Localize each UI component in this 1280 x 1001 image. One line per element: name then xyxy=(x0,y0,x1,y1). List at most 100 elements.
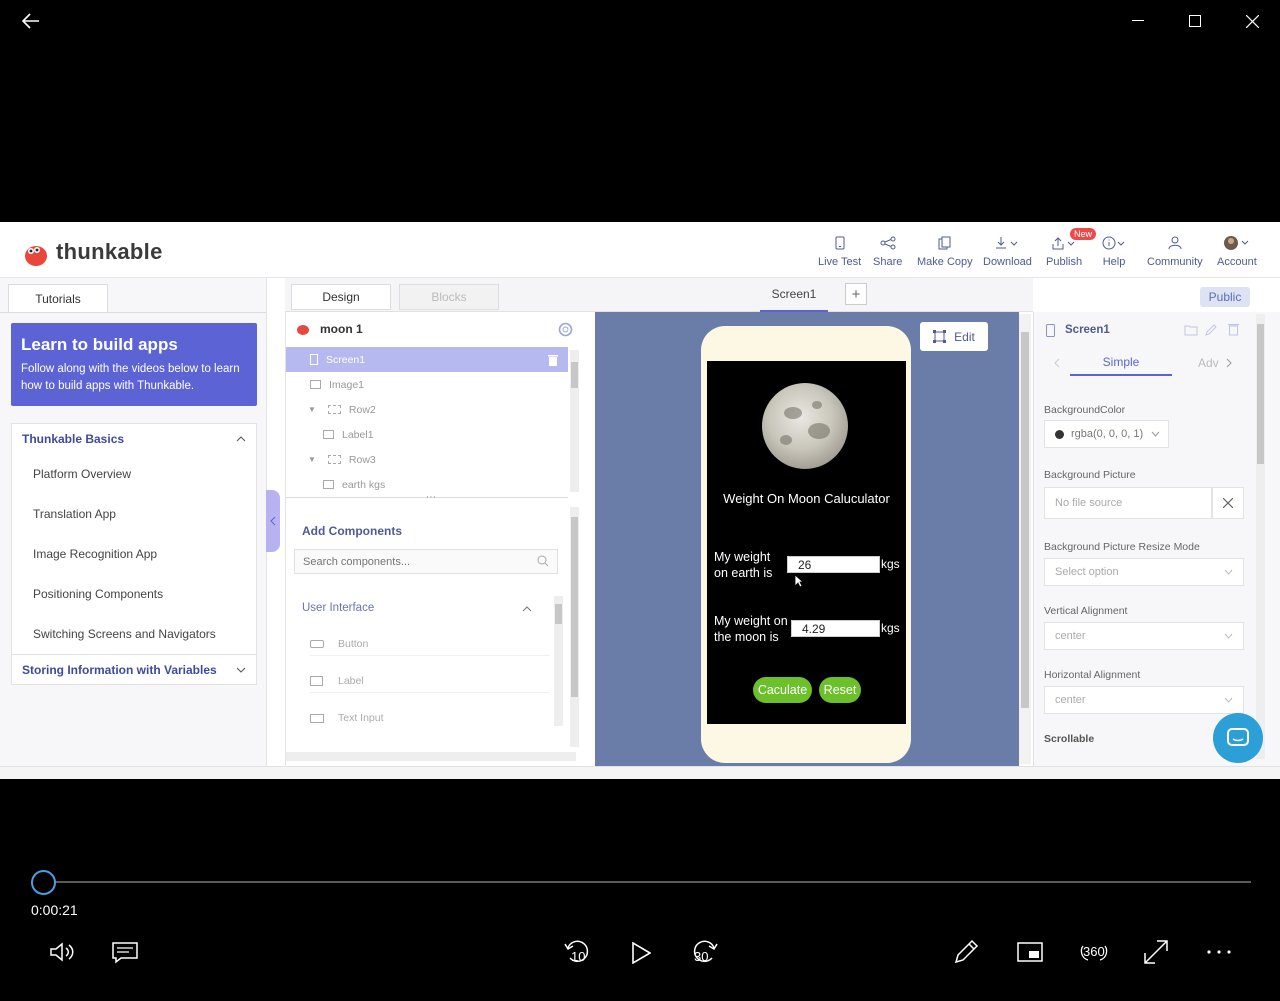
tab-blocks[interactable]: Blocks xyxy=(399,284,499,310)
pen-icon[interactable] xyxy=(952,938,980,966)
chat-support-button[interactable] xyxy=(1213,713,1263,763)
drag-handle-icon[interactable]: ⋯ xyxy=(426,492,436,503)
valign-select[interactable]: center xyxy=(1044,622,1244,650)
gear-icon[interactable] xyxy=(558,322,573,337)
help-icon xyxy=(1102,234,1126,252)
collapse-panel-button[interactable] xyxy=(266,490,280,552)
tutorial-item[interactable]: Positioning Components xyxy=(12,574,256,614)
halign-select[interactable]: center xyxy=(1044,686,1244,714)
components-scrollbar[interactable] xyxy=(554,596,563,726)
properties-scrollbar[interactable] xyxy=(1256,314,1265,759)
nav-publish[interactable]: New Publish xyxy=(1046,228,1097,268)
moon-unit-label: kgs xyxy=(881,621,900,635)
tab-screen1[interactable]: Screen1 xyxy=(760,278,828,312)
component-text-input[interactable]: Text Input xyxy=(310,706,550,730)
community-icon xyxy=(1167,234,1183,252)
folder-add-icon[interactable] xyxy=(1184,324,1198,336)
accordion-header-basics[interactable]: Thunkable Basics xyxy=(12,424,256,454)
nav-live-test[interactable]: Live Test xyxy=(818,234,861,268)
tree-scrollbar[interactable] xyxy=(570,350,579,492)
skip-back-label: 10 xyxy=(571,949,586,964)
tutorial-item[interactable]: Platform Overview xyxy=(12,454,256,494)
tree-item-screen1[interactable]: Screen1 xyxy=(286,347,568,372)
bg-color-picker[interactable]: rgba(0, 0, 0, 1) xyxy=(1044,420,1169,448)
copy-icon xyxy=(938,234,952,252)
nav-community[interactable]: Community xyxy=(1147,234,1203,268)
nav-share[interactable]: Share xyxy=(873,234,902,268)
screen-icon xyxy=(1046,324,1055,337)
video-frame: thunkable Live Test Share Make Copy Down… xyxy=(0,222,1280,779)
pencil-icon[interactable] xyxy=(1204,323,1218,337)
minimize-icon[interactable] xyxy=(1125,8,1151,34)
seek-bar[interactable] xyxy=(43,881,1251,883)
volume-icon[interactable] xyxy=(48,938,76,966)
tree-item-row2[interactable]: ▼ Row2 xyxy=(286,397,568,422)
subtitles-icon[interactable] xyxy=(110,938,140,966)
skip-forward-button[interactable]: 30 xyxy=(690,936,720,970)
back-arrow-icon[interactable] xyxy=(18,8,44,34)
tutorial-item[interactable]: Image Recognition App xyxy=(12,534,256,574)
moon-image[interactable] xyxy=(762,383,848,469)
chevron-right-icon[interactable] xyxy=(1226,358,1232,368)
page-horizontal-scrollbar[interactable] xyxy=(0,766,1280,779)
moon-kgs-output[interactable]: 4.29 xyxy=(791,620,880,637)
reset-button[interactable]: Reset xyxy=(819,677,861,703)
bg-picture-field[interactable]: No file source xyxy=(1044,487,1212,519)
canvas-scrollbar[interactable] xyxy=(1019,314,1031,764)
component-label-item[interactable]: Label xyxy=(310,669,550,693)
nav-help[interactable]: Help xyxy=(1102,234,1126,268)
vr-label: 360 xyxy=(1083,944,1105,959)
vr-360-icon[interactable]: 360 xyxy=(1078,936,1110,968)
search-components-input[interactable] xyxy=(295,550,515,573)
trash-icon[interactable] xyxy=(548,354,558,366)
chevron-up-icon[interactable] xyxy=(522,606,532,612)
add-screen-button[interactable]: + xyxy=(845,283,867,305)
tutorial-item[interactable]: Translation App xyxy=(12,494,256,534)
component-button[interactable]: Button xyxy=(310,632,550,656)
chevron-left-icon[interactable] xyxy=(1054,358,1060,368)
earth-weight-label[interactable]: My weight on earth is xyxy=(714,549,786,581)
calculate-button[interactable]: Caculate xyxy=(753,677,812,703)
app-title-label[interactable]: Weight On Moon Caluculator xyxy=(707,491,906,506)
app-screen[interactable]: Weight On Moon Caluculator My weight on … xyxy=(707,361,906,724)
public-badge[interactable]: Public xyxy=(1200,287,1250,307)
accordion-header-variables[interactable]: Storing Information with Variables xyxy=(12,654,256,684)
skip-back-button[interactable]: 10 xyxy=(562,936,592,970)
tree-item-image1[interactable]: Image1 xyxy=(286,372,568,397)
avatar-icon xyxy=(1223,234,1251,252)
moon-weight-label[interactable]: My weight on the moon is xyxy=(714,613,794,645)
earth-kgs-input[interactable]: 26 xyxy=(787,556,880,573)
tutorial-item[interactable]: Switching Screens and Navigators xyxy=(12,614,256,654)
phone-icon xyxy=(835,234,845,252)
edit-button[interactable]: Edit xyxy=(920,322,988,351)
tab-advanced[interactable]: Adv xyxy=(1198,356,1219,370)
horizontal-scrollbar[interactable] xyxy=(286,752,576,761)
accordion-title: Storing Information with Variables xyxy=(22,662,217,677)
maximize-icon[interactable] xyxy=(1182,8,1208,34)
more-options-icon[interactable] xyxy=(1204,940,1234,964)
caret-down-icon[interactable]: ▼ xyxy=(308,405,316,414)
fullscreen-icon[interactable] xyxy=(1142,938,1170,966)
ui-group-title[interactable]: User Interface xyxy=(302,602,374,614)
search-components-box[interactable] xyxy=(294,549,558,574)
learn-subtitle: Follow along with the videos below to le… xyxy=(21,363,240,392)
resize-mode-select[interactable]: Select option xyxy=(1044,558,1244,586)
tab-simple[interactable]: Simple xyxy=(1070,350,1172,376)
nav-download[interactable]: Download xyxy=(983,234,1032,268)
nav-make-copy[interactable]: Make Copy xyxy=(917,234,973,268)
tree-item-label1[interactable]: Label1 xyxy=(286,422,568,447)
trash-icon[interactable] xyxy=(1228,323,1239,336)
play-icon[interactable] xyxy=(628,939,654,967)
caret-down-icon[interactable]: ▼ xyxy=(308,455,316,464)
mini-view-icon[interactable] xyxy=(1016,939,1044,965)
nav-account[interactable]: Account xyxy=(1217,234,1257,268)
tree-item-row3[interactable]: ▼ Row3 xyxy=(286,447,568,472)
panel-scrollbar[interactable] xyxy=(570,507,579,747)
clear-picture-button[interactable] xyxy=(1212,487,1244,519)
seek-thumb[interactable] xyxy=(31,870,56,895)
new-badge: New xyxy=(1070,228,1097,240)
close-icon[interactable] xyxy=(1239,8,1265,34)
download-icon xyxy=(995,234,1019,252)
tab-design[interactable]: Design xyxy=(291,284,391,310)
tab-tutorials[interactable]: Tutorials xyxy=(8,284,108,313)
